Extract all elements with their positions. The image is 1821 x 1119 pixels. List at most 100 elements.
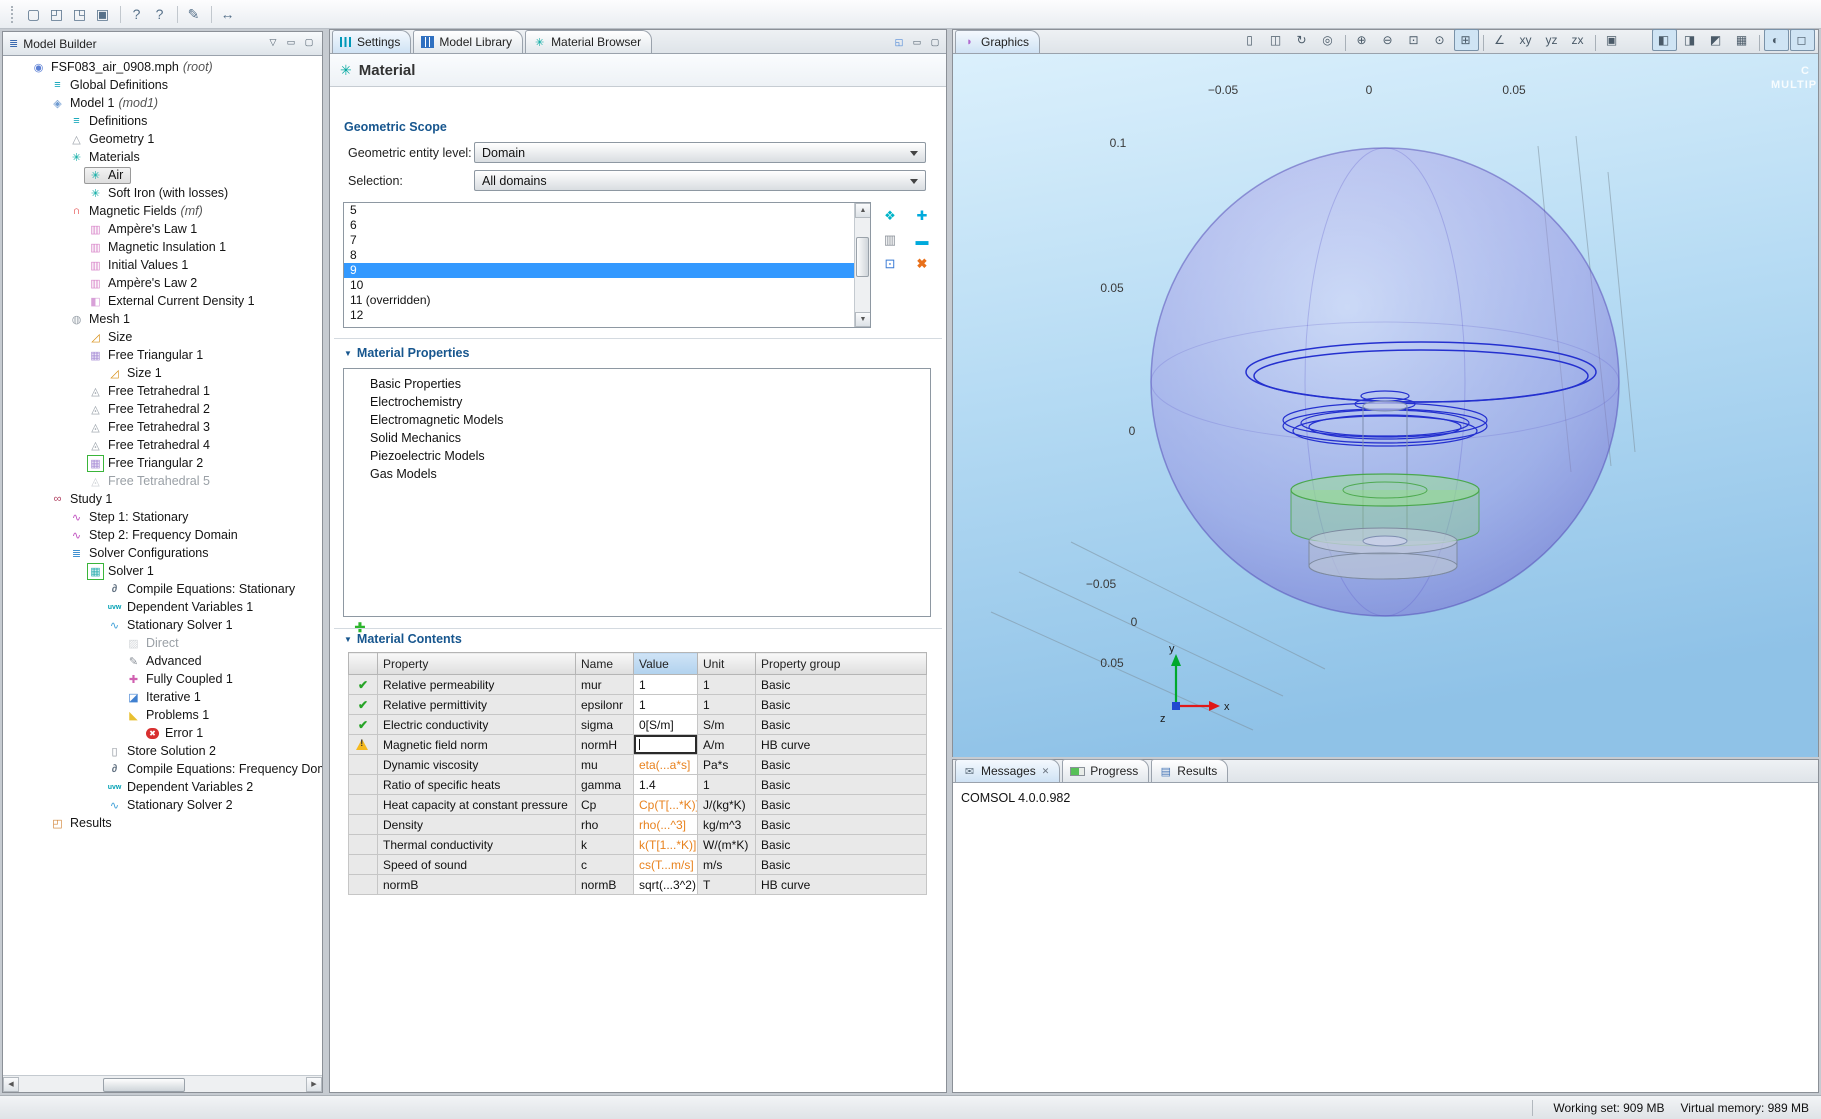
hide-faces-icon[interactable]: ◨ — [1678, 29, 1703, 51]
tree-item[interactable]: FSF083_air_0908.mph (root) — [3, 58, 322, 76]
graphics-toolbar-icon[interactable] — [1483, 35, 1484, 51]
tree-item[interactable]: Dependent Variables 1 — [3, 598, 322, 616]
value-input[interactable] — [634, 735, 697, 754]
tree-item[interactable]: Free Triangular 1 — [3, 346, 322, 364]
tree-item[interactable]: External Current Density 1 — [3, 292, 322, 310]
domain-list-item[interactable]: 12 — [344, 308, 870, 323]
material-properties-list[interactable]: Basic Properties Electrochemistry Electr… — [343, 368, 931, 617]
tree-item[interactable]: Mesh 1 — [3, 310, 322, 328]
value-cell[interactable]: 0[S/m] — [634, 715, 698, 735]
brush-icon[interactable]: ✎ — [183, 3, 206, 25]
zoom-extents-icon[interactable]: ⊞ — [1454, 29, 1479, 51]
tree-item[interactable]: Ampère's Law 2 — [3, 274, 322, 292]
select-block-icon[interactable]: ▣ — [1600, 29, 1625, 51]
column-header[interactable]: Unit — [698, 653, 756, 675]
add-to-selection-icon[interactable]: ✚ — [911, 204, 933, 228]
tree-item[interactable]: Compile Equations: Stationary — [3, 580, 322, 598]
show-edges-icon[interactable]: ◩ — [1704, 29, 1729, 51]
3d-view[interactable]: C MULTIP y x z — [953, 54, 1818, 757]
tree-item[interactable]: Size 1 — [3, 364, 322, 382]
tree-item[interactable]: Fully Coupled 1 — [3, 670, 322, 688]
messages-tab[interactable]: Messages ✕ — [955, 759, 1060, 782]
scroll-up-icon[interactable]: ▲ — [855, 203, 871, 218]
scroll-thumb[interactable] — [103, 1078, 185, 1092]
messages-tab[interactable]: Progress ✕ — [1062, 759, 1149, 782]
tree-item[interactable]: Compile Equations: Frequency Doma — [3, 760, 322, 778]
tree-item[interactable]: Results — [3, 814, 322, 832]
tree-item[interactable]: Stationary Solver 1 — [3, 616, 322, 634]
material-property-item[interactable]: Piezoelectric Models — [344, 447, 930, 465]
save-icon[interactable]: ◳ — [69, 3, 92, 25]
table-row[interactable]: Heat capacity at constant pressure Cp Cp… — [349, 795, 927, 815]
transparency-icon[interactable]: ◧ — [1652, 29, 1677, 51]
table-row[interactable]: Relative permittivity epsilonr 1 1 Basic — [349, 695, 927, 715]
material-property-item[interactable]: Gas Models — [344, 465, 930, 483]
selection-select[interactable]: All domains — [474, 170, 926, 191]
open-file-icon[interactable]: ◰ — [46, 3, 69, 25]
tree-item[interactable]: Magnetic Insulation 1 — [3, 238, 322, 256]
domain-list-scrollbar[interactable]: ▲ ▼ — [854, 203, 870, 327]
tree-item[interactable]: Geometry 1 — [3, 130, 322, 148]
tree-item[interactable]: Solver Configurations — [3, 544, 322, 562]
zoom-selected-icon[interactable]: ⊙ — [1428, 29, 1453, 51]
value-cell[interactable]: eta(...a*s] — [634, 755, 698, 775]
column-header[interactable]: Property — [378, 653, 576, 675]
zoom-to-selection-icon[interactable]: ⊡ — [879, 252, 901, 276]
tree-item[interactable]: Air — [3, 166, 322, 184]
scroll-left-icon[interactable]: ◀ — [3, 1077, 19, 1092]
open-in-window-icon[interactable]: ◱ — [891, 35, 907, 50]
view-yz-icon[interactable]: yz — [1540, 29, 1565, 51]
new-file-icon[interactable]: ▢ — [23, 3, 46, 25]
tree-item[interactable]: Magnetic Fields (mf) — [3, 202, 322, 220]
table-row[interactable]: normB normB sqrt(...3^2) T HB curve — [349, 875, 927, 895]
tree-item[interactable]: Free Tetrahedral 4 — [3, 436, 322, 454]
default-3d-view-icon[interactable]: ∠ — [1488, 29, 1513, 51]
material-properties-heading[interactable]: ▼Material Properties — [336, 346, 469, 360]
scene-light-icon[interactable]: ◐ — [1764, 29, 1789, 51]
domain-list-item[interactable]: 11 (overridden) — [344, 293, 870, 308]
graphics-toolbar-icon[interactable] — [1759, 35, 1760, 51]
table-row[interactable]: Relative permeability mur 1 1 Basic — [349, 675, 927, 695]
value-cell[interactable]: rho(...^3] — [634, 815, 698, 835]
domain-list[interactable]: 5 6 7 8 9 — [343, 202, 871, 328]
zoom-box-icon[interactable]: ⊡ — [1402, 29, 1427, 51]
tree-item[interactable]: Stationary Solver 2 — [3, 796, 322, 814]
tree-item[interactable]: Soft Iron (with losses) — [3, 184, 322, 202]
table-row[interactable]: Ratio of specific heats gamma 1.4 1 Basi… — [349, 775, 927, 795]
tree-item[interactable]: Model 1 (mod1) — [3, 94, 322, 112]
tree-item[interactable]: Iterative 1 — [3, 688, 322, 706]
copy-selection-icon[interactable]: ▥ — [879, 228, 901, 252]
domain-list-item[interactable]: 6 — [344, 218, 870, 233]
material-property-item[interactable]: Solid Mechanics — [344, 429, 930, 447]
maximize-view-icon[interactable]: ▢ — [927, 35, 943, 50]
graphics-toolbar-icon[interactable] — [1345, 35, 1346, 51]
tree-item[interactable]: Step 1: Stationary — [3, 508, 322, 526]
tree-item[interactable]: Size — [3, 328, 322, 346]
tree-item[interactable]: Dependent Variables 2 — [3, 778, 322, 796]
zoom-in-icon[interactable]: ⊕ — [1350, 29, 1375, 51]
tree-item[interactable]: Problems 1 — [3, 706, 322, 724]
material-property-item[interactable]: Electromagnetic Models — [344, 411, 930, 429]
help-contents-icon[interactable]: ? — [149, 3, 172, 25]
value-cell[interactable]: 1.4 — [634, 775, 698, 795]
split-view-icon[interactable]: ◫ — [1264, 29, 1289, 51]
table-row[interactable]: Thermal conductivity k k(T[1...*K)] W/(m… — [349, 835, 927, 855]
view-xy-icon[interactable]: xy — [1514, 29, 1539, 51]
value-cell[interactable]: 1 — [634, 675, 698, 695]
tree-item[interactable]: Free Tetrahedral 3 — [3, 418, 322, 436]
tree-item[interactable]: Free Tetrahedral 5 — [3, 472, 322, 490]
toolbar-icon[interactable] — [120, 6, 121, 23]
toolbar-icon[interactable] — [211, 6, 212, 23]
tree-item[interactable]: Free Tetrahedral 1 — [3, 382, 322, 400]
maximize-view-icon[interactable]: ▢ — [301, 35, 317, 50]
value-cell[interactable]: Cp(T[...*K)] — [634, 795, 698, 815]
settings-tab[interactable]: Settings — [332, 30, 411, 53]
tree-item[interactable]: Definitions — [3, 112, 322, 130]
column-header[interactable]: Property group — [756, 653, 927, 675]
domain-list-item[interactable]: 7 — [344, 233, 870, 248]
scroll-down-icon[interactable]: ▼ — [855, 312, 871, 327]
graphics-scene[interactable]: C MULTIP y x z −0.05 0 0.05 — [953, 54, 1818, 757]
toolbar-icon[interactable] — [177, 6, 178, 23]
environment-icon[interactable]: ◻ — [1790, 29, 1815, 51]
scene-visibility-icon[interactable]: ◎ — [1316, 29, 1341, 51]
